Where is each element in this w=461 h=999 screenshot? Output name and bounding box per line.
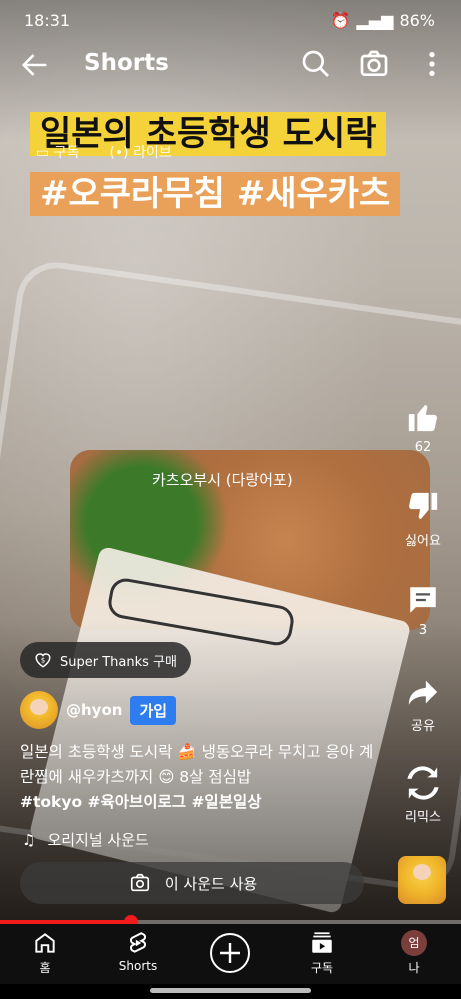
signal-icon: ▂▄▆ bbox=[356, 11, 394, 30]
video-hashtags[interactable]: #tokyo #육아브이로그 #일본일상 bbox=[20, 790, 261, 812]
share-icon bbox=[408, 680, 438, 705]
gesture-bar bbox=[150, 988, 311, 993]
nav-shorts[interactable]: Shorts bbox=[103, 930, 173, 973]
share-label: 공유 bbox=[411, 719, 435, 734]
nav-home[interactable]: 홈 bbox=[10, 930, 80, 976]
like-count: 62 bbox=[414, 440, 432, 455]
comment-button[interactable]: 3 bbox=[398, 583, 448, 638]
bottom-nav: 홈 Shorts 구독 엄 나 bbox=[0, 924, 461, 984]
subscriptions-icon bbox=[312, 932, 332, 953]
nav-shorts-label: Shorts bbox=[118, 959, 158, 973]
sound-link[interactable]: ♫ 오리지널 사운드 bbox=[22, 829, 149, 850]
more-vert-icon[interactable] bbox=[416, 48, 448, 80]
tab-subscriptions[interactable]: ▭ 구독 bbox=[36, 142, 79, 162]
status-icons: ⏰ ▂▄▆ 86% bbox=[331, 11, 435, 30]
app-bar: Shorts bbox=[0, 40, 461, 90]
like-button[interactable]: 62 bbox=[398, 400, 448, 455]
alarm-icon: ⏰ bbox=[330, 11, 351, 30]
nav-subscriptions-label: 구독 bbox=[310, 961, 334, 975]
music-note-icon: ♫ bbox=[22, 830, 36, 849]
sound-thumbnail[interactable] bbox=[398, 856, 446, 904]
battery-level: 86% bbox=[399, 11, 435, 30]
remix-icon bbox=[407, 766, 439, 800]
comment-count: 3 bbox=[418, 623, 428, 638]
nav-create[interactable] bbox=[195, 932, 265, 977]
share-button[interactable]: 공유 bbox=[398, 675, 448, 734]
camera-icon[interactable] bbox=[358, 48, 390, 80]
nav-subscriptions[interactable]: 구독 bbox=[287, 930, 357, 976]
tab-subscriptions-label: 구독 bbox=[53, 145, 80, 161]
shorts-icon bbox=[129, 932, 147, 953]
video-description[interactable]: 일본의 초등학생 도시락 🍰 냉동오쿠라 무치고 응아 계란찜에 새우카츠까지 … bbox=[20, 740, 380, 790]
channel-avatar[interactable] bbox=[20, 691, 58, 729]
super-thanks-label: Super Thanks 구매 bbox=[60, 654, 177, 670]
back-arrow-icon[interactable] bbox=[18, 48, 52, 82]
nav-home-label: 홈 bbox=[39, 961, 51, 975]
food-label: 카츠오부시 (다랑어포) bbox=[152, 471, 293, 489]
camera-outline-icon bbox=[130, 873, 149, 892]
thumbs-down-icon bbox=[409, 492, 438, 520]
tab-live[interactable]: (•) 라이브 bbox=[109, 142, 171, 162]
feed-tabs: ▭ 구독 (•) 라이브 bbox=[36, 142, 172, 162]
page-title: Shorts bbox=[84, 50, 169, 76]
super-thanks-icon: $ bbox=[35, 653, 51, 668]
use-sound-button[interactable]: 이 사운드 사용 bbox=[20, 862, 364, 904]
live-icon: (•) bbox=[109, 145, 134, 161]
super-thanks-button[interactable]: $ Super Thanks 구매 bbox=[20, 642, 191, 678]
search-icon[interactable] bbox=[300, 48, 332, 80]
plus-circle-icon bbox=[210, 933, 250, 973]
nav-me-label: 나 bbox=[408, 961, 420, 975]
dislike-label: 싫어요 bbox=[405, 534, 441, 549]
tab-live-label: 라이브 bbox=[133, 145, 172, 161]
nav-me[interactable]: 엄 나 bbox=[379, 930, 449, 976]
channel-row: @hyon 가입 bbox=[20, 690, 177, 730]
subscriptions-tab-icon: ▭ bbox=[36, 145, 54, 161]
channel-handle[interactable]: @hyon bbox=[66, 701, 122, 719]
video-caption-line2: #오쿠라무침 #새우카츠 bbox=[30, 172, 401, 216]
status-time: 18:31 bbox=[24, 11, 71, 30]
sound-name: 오리지널 사운드 bbox=[47, 831, 149, 849]
remix-button[interactable]: 리믹스 bbox=[398, 766, 448, 825]
use-sound-label: 이 사운드 사용 bbox=[164, 874, 258, 893]
svg-text:$: $ bbox=[41, 656, 45, 664]
comment-icon bbox=[410, 587, 436, 613]
me-avatar: 엄 bbox=[401, 930, 427, 956]
thumbs-up-icon bbox=[408, 404, 437, 432]
join-button[interactable]: 가입 bbox=[130, 695, 177, 725]
status-bar: 18:31 ⏰ ▂▄▆ 86% bbox=[0, 0, 461, 40]
home-icon bbox=[35, 933, 55, 953]
remix-label: 리믹스 bbox=[405, 810, 441, 825]
dislike-button[interactable]: 싫어요 bbox=[398, 490, 448, 549]
